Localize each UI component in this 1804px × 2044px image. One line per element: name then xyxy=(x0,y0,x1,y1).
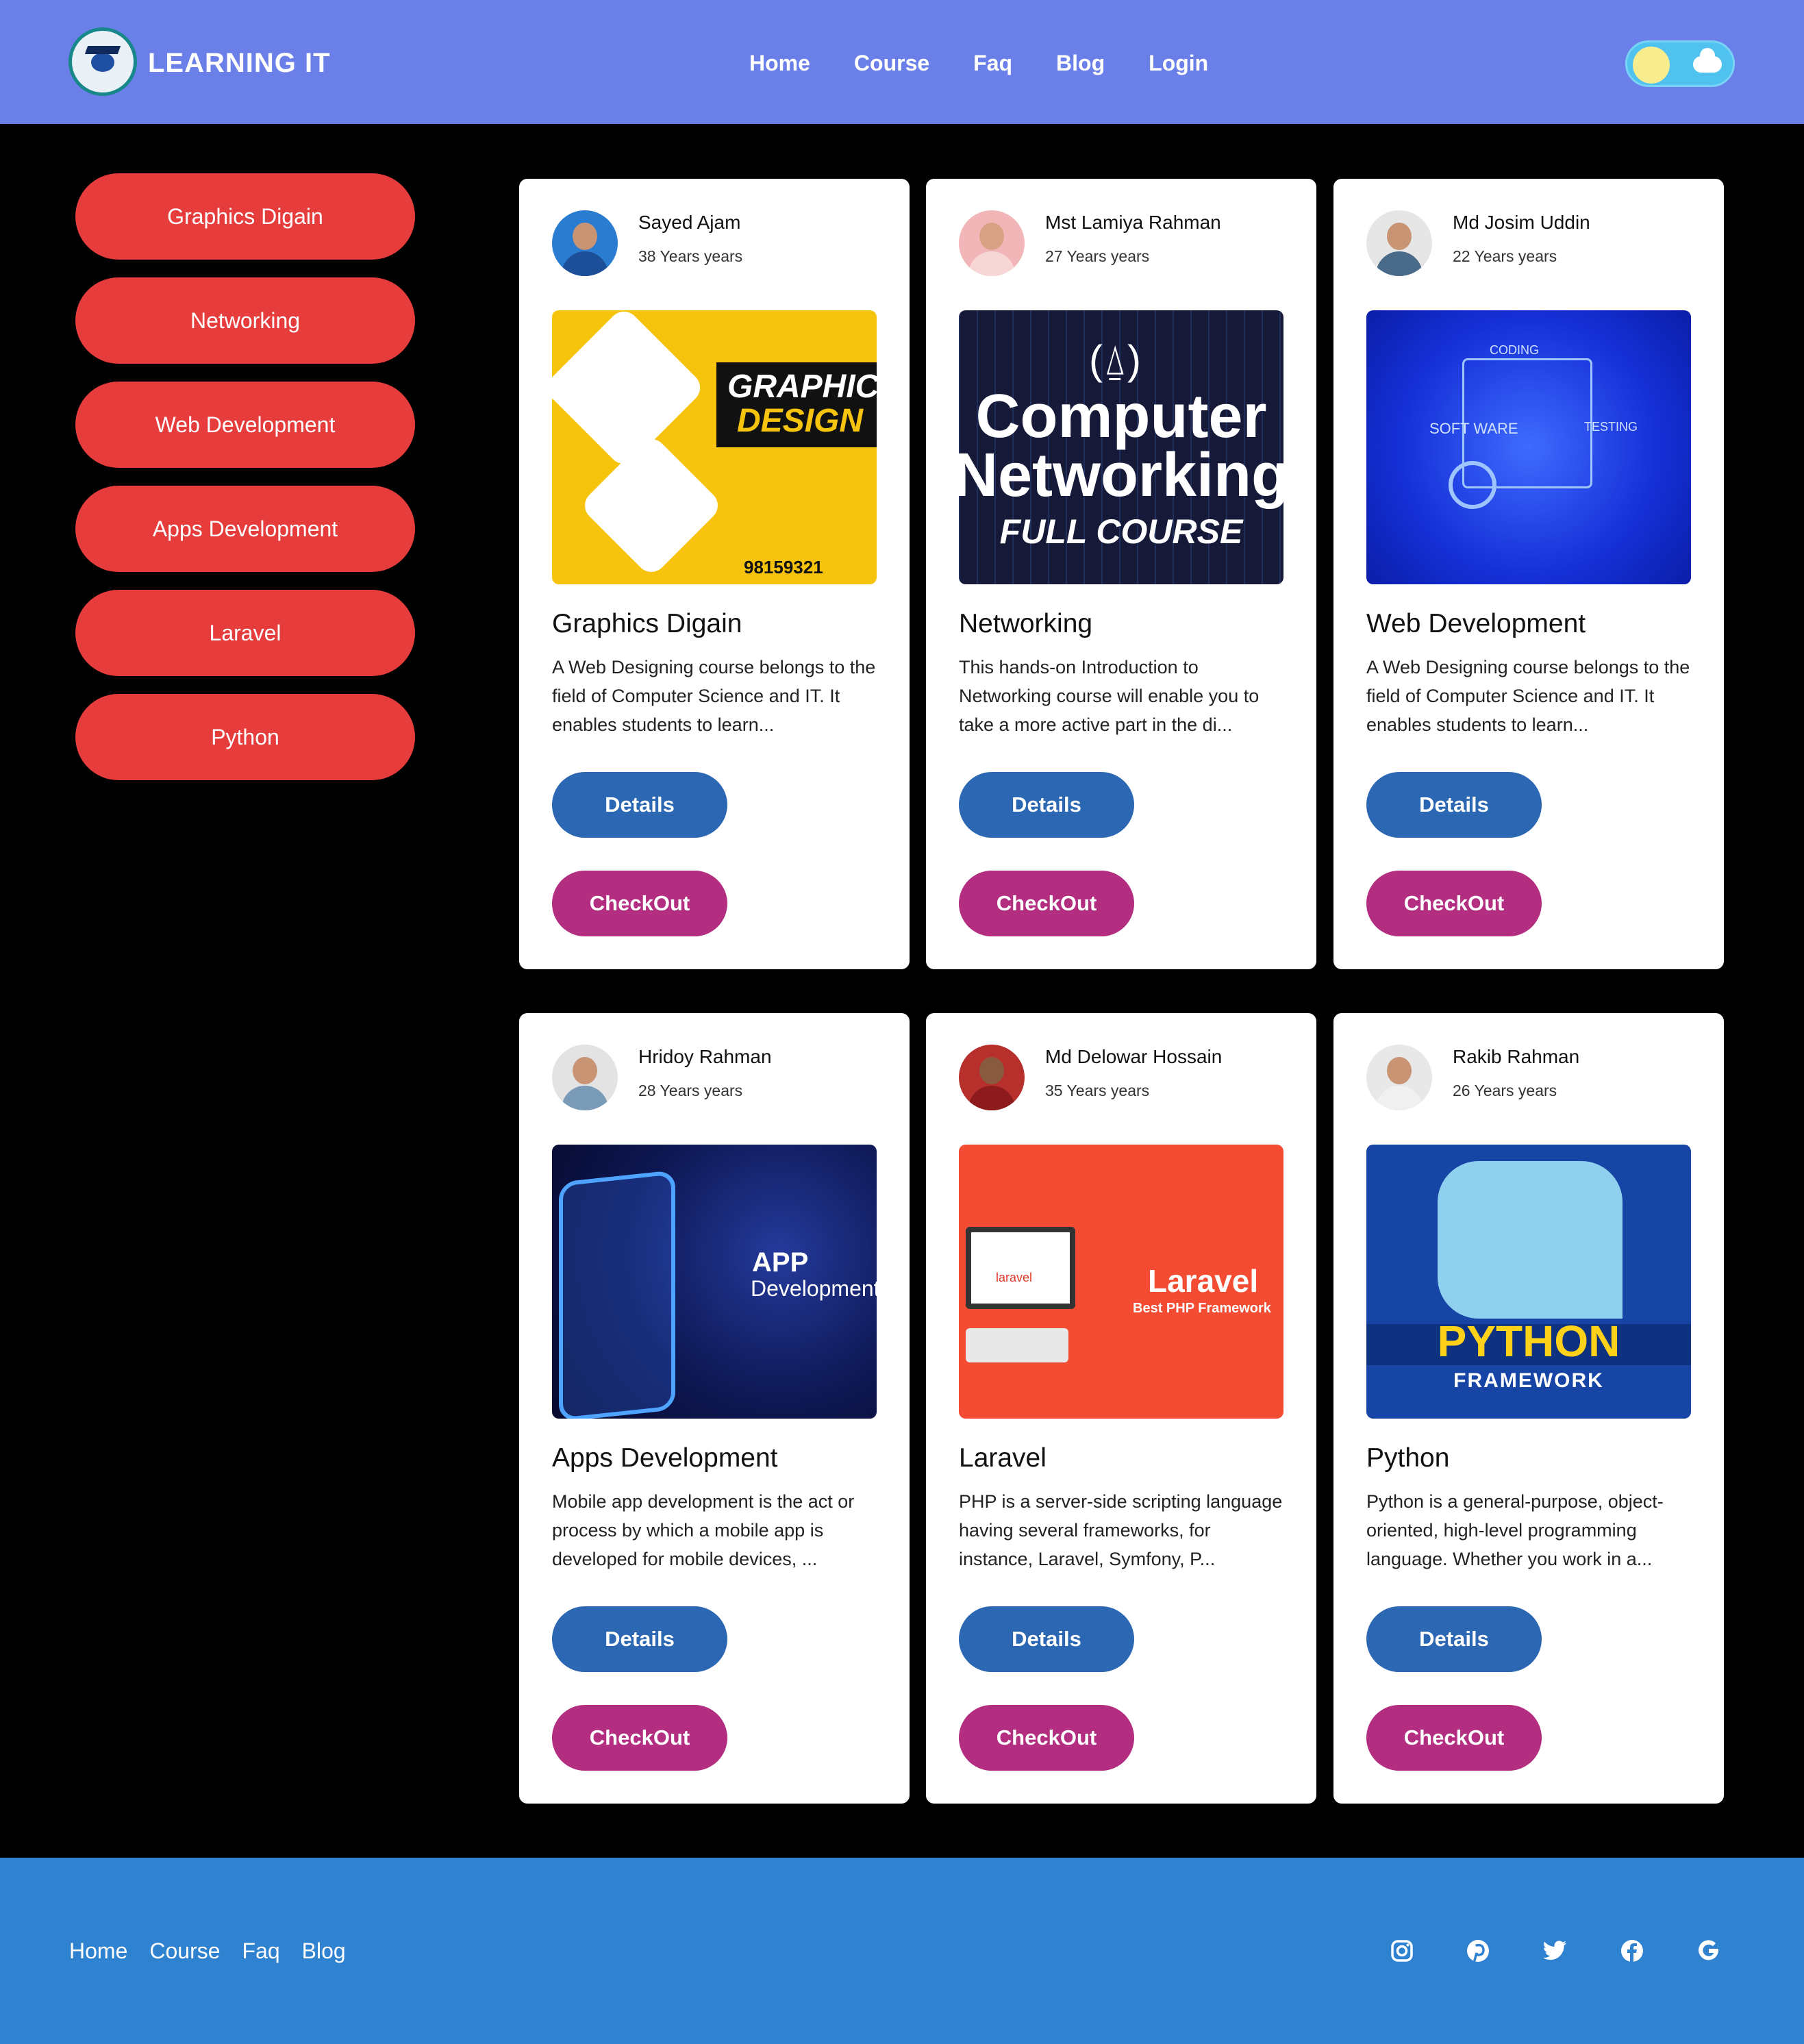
course-description: Python is a general-purpose, object-orie… xyxy=(1366,1491,1664,1569)
checkout-button[interactable]: CheckOut xyxy=(552,871,727,936)
course-title: Apps Development xyxy=(552,1443,778,1473)
course-title: Web Development xyxy=(1366,609,1586,638)
course-title: Python xyxy=(1366,1443,1450,1473)
author-age: 27 Years years xyxy=(1045,247,1150,265)
avatar xyxy=(552,1045,618,1110)
google-icon[interactable] xyxy=(1694,1936,1724,1966)
author-name: Rakib Rahman xyxy=(1453,1046,1580,1067)
nav-blog[interactable]: Blog xyxy=(1056,42,1105,84)
avatar xyxy=(959,1045,1025,1110)
main-nav: Home Course Faq Blog Login xyxy=(749,42,1208,84)
sun-icon xyxy=(1633,47,1670,84)
checkout-button[interactable]: CheckOut xyxy=(959,1705,1134,1771)
author-name: Md Josim Uddin xyxy=(1453,212,1590,233)
checkout-button[interactable]: CheckOut xyxy=(1366,871,1542,936)
nav-course[interactable]: Course xyxy=(854,42,929,84)
footer-blog[interactable]: Blog xyxy=(302,1937,346,1965)
details-button[interactable]: Details xyxy=(959,772,1134,838)
nav-home[interactable]: Home xyxy=(749,42,810,84)
course-title: Networking xyxy=(959,609,1093,638)
avatar xyxy=(552,210,618,276)
author-age: 26 Years years xyxy=(1453,1082,1557,1099)
author-name: Md Delowar Hossain xyxy=(1045,1046,1223,1067)
navbar: LEARNING IT Home Course Faq Blog Login xyxy=(0,0,1804,124)
course-description: This hands-on Introduction to Networking… xyxy=(959,657,1260,735)
course-image: APP Development xyxy=(552,1145,877,1419)
details-button[interactable]: Details xyxy=(1366,1606,1542,1672)
footer-faq[interactable]: Faq xyxy=(242,1937,280,1965)
course-card: Md Josim Uddin 22 Years years CODING SOF… xyxy=(1333,179,1724,969)
brand-name[interactable]: LEARNING IT xyxy=(148,42,331,84)
category-sidebar: Graphics Digain Networking Web Developme… xyxy=(75,173,415,798)
details-button[interactable]: Details xyxy=(552,1606,727,1672)
author-name: Mst Lamiya Rahman xyxy=(1045,212,1221,233)
nav-faq[interactable]: Faq xyxy=(973,42,1012,84)
instagram-icon[interactable] xyxy=(1387,1936,1417,1966)
author-age: 22 Years years xyxy=(1453,247,1557,265)
category-networking[interactable]: Networking xyxy=(75,277,415,364)
course-card: Sayed Ajam 38 Years years GRAPHIC DESIGN… xyxy=(519,179,910,969)
course-card: Mst Lamiya Rahman 27 Years years (⍙) Com… xyxy=(926,179,1316,969)
course-card: Rakib Rahman 26 Years years PYTHON FRAME… xyxy=(1333,1013,1724,1804)
logo-icon[interactable] xyxy=(68,27,137,96)
avatar xyxy=(1366,1045,1432,1110)
checkout-button[interactable]: CheckOut xyxy=(1366,1705,1542,1771)
details-button[interactable]: Details xyxy=(959,1606,1134,1672)
course-card: Md Delowar Hossain 35 Years years larave… xyxy=(926,1013,1316,1804)
author-name: Sayed Ajam xyxy=(638,212,741,233)
course-image: (⍙) Computer Networking FULL COURSE xyxy=(959,310,1283,584)
author-name: Hridoy Rahman xyxy=(638,1046,772,1067)
facebook-icon[interactable] xyxy=(1617,1936,1647,1966)
author-age: 28 Years years xyxy=(638,1082,743,1099)
details-button[interactable]: Details xyxy=(552,772,727,838)
author-age: 35 Years years xyxy=(1045,1082,1150,1099)
course-title: Laravel xyxy=(959,1443,1047,1473)
details-button[interactable]: Details xyxy=(1366,772,1542,838)
category-web-development[interactable]: Web Development xyxy=(75,382,415,468)
course-image: CODING SOFT WARE TESTING xyxy=(1366,310,1691,584)
checkout-button[interactable]: CheckOut xyxy=(959,871,1134,936)
twitter-icon[interactable] xyxy=(1540,1936,1570,1966)
avatar xyxy=(1366,210,1432,276)
footer-home[interactable]: Home xyxy=(69,1937,127,1965)
pinterest-icon[interactable] xyxy=(1463,1936,1493,1966)
checkout-button[interactable]: CheckOut xyxy=(552,1705,727,1771)
author-age: 38 Years years xyxy=(638,247,743,265)
category-apps-development[interactable]: Apps Development xyxy=(75,486,415,572)
course-image: laravel Laravel Best PHP Framework xyxy=(959,1145,1283,1419)
course-description: A Web Designing course belongs to the fi… xyxy=(552,657,876,735)
category-python[interactable]: Python xyxy=(75,694,415,780)
course-card: Hridoy Rahman 28 Years years APP Develop… xyxy=(519,1013,910,1804)
course-description: PHP is a server-side scripting language … xyxy=(959,1491,1283,1569)
cloud-icon xyxy=(1693,48,1722,73)
category-graphics[interactable]: Graphics Digain xyxy=(75,173,415,260)
theme-toggle[interactable] xyxy=(1625,40,1735,87)
course-title: Graphics Digain xyxy=(552,609,742,638)
course-description: Mobile app development is the act or pro… xyxy=(552,1491,855,1569)
footer: Home Course Faq Blog xyxy=(0,1858,1804,2044)
course-image: GRAPHIC DESIGN 98159321 xyxy=(552,310,877,584)
avatar xyxy=(959,210,1025,276)
category-laravel[interactable]: Laravel xyxy=(75,590,415,676)
nav-login[interactable]: Login xyxy=(1149,42,1208,84)
footer-nav: Home Course Faq Blog xyxy=(69,1937,346,1965)
course-description: A Web Designing course belongs to the fi… xyxy=(1366,657,1690,735)
footer-course[interactable]: Course xyxy=(149,1937,220,1965)
course-image: PYTHON FRAMEWORK xyxy=(1366,1145,1691,1419)
